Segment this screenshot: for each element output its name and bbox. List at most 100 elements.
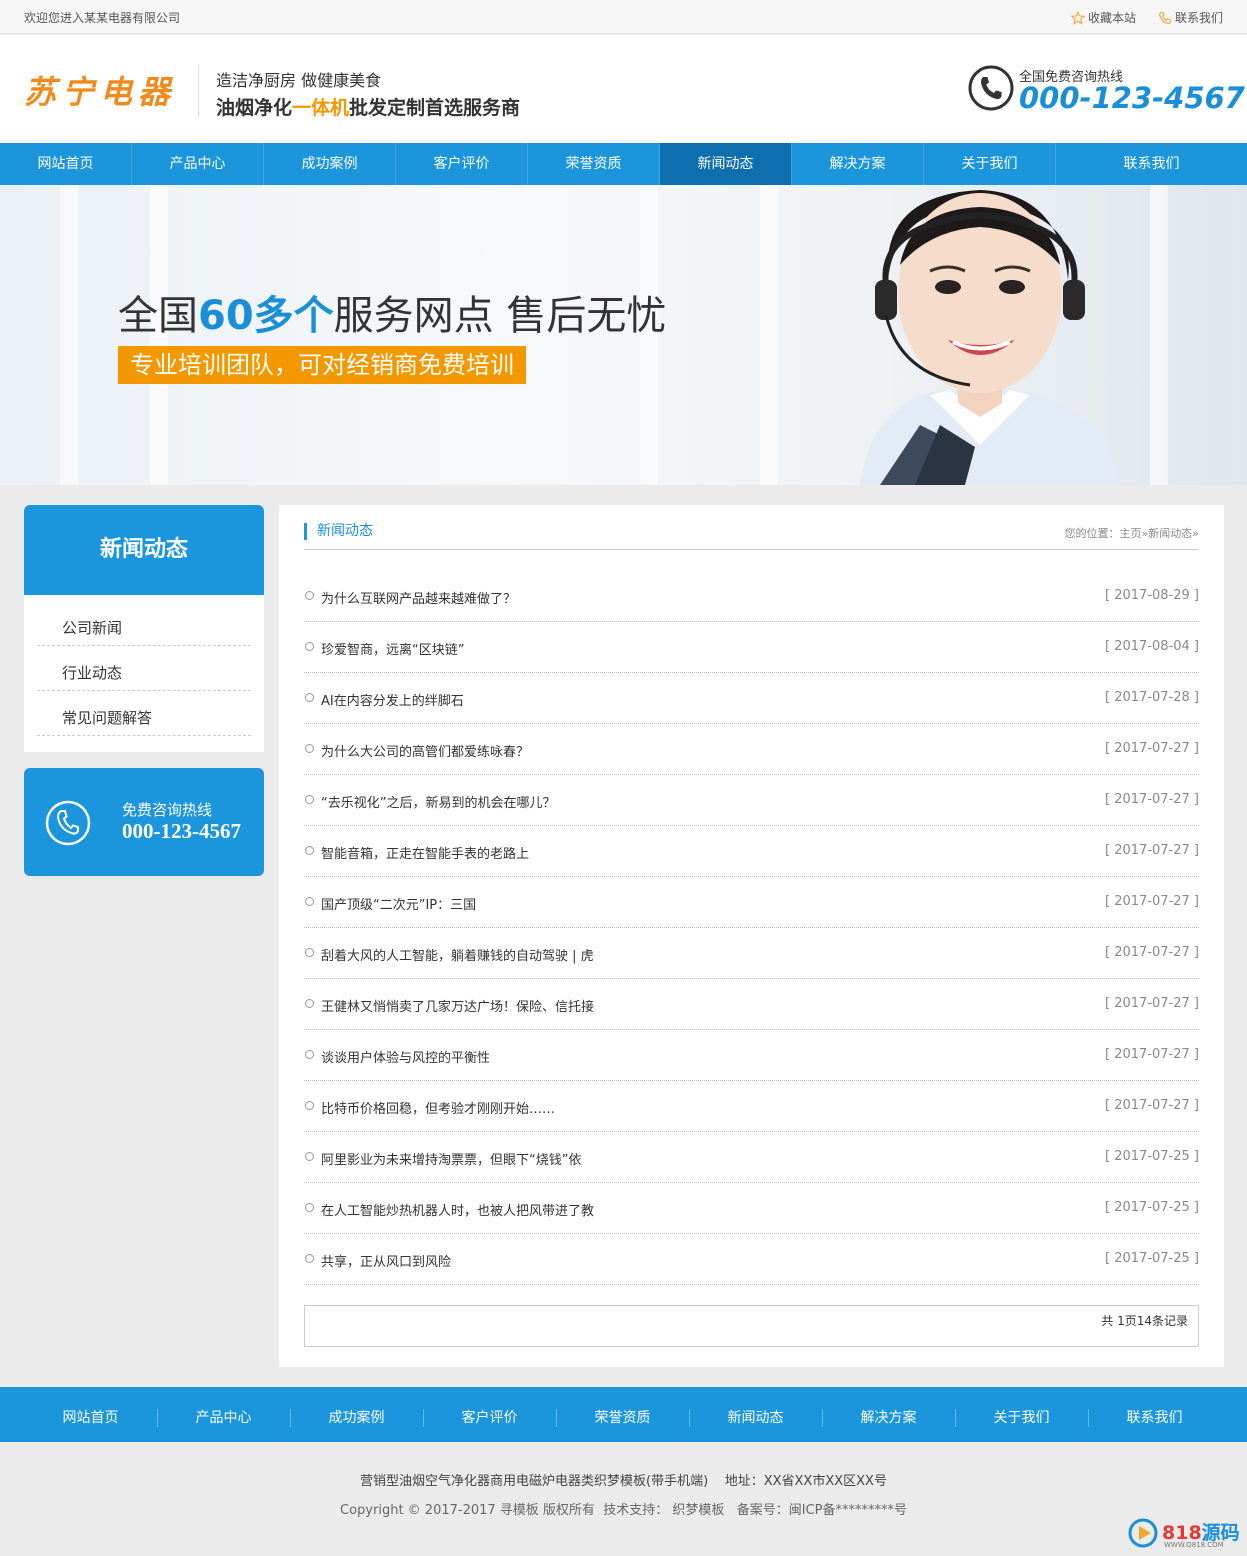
- sidebar-item-industry-news[interactable]: 行业动态: [37, 646, 251, 691]
- news-date: [ 2017-07-27 ]: [1105, 741, 1199, 756]
- watermark-logo: 818源码 WWW.Q818.COM: [1128, 1516, 1240, 1550]
- list-item[interactable]: 刮着大风的人工智能，躺着赚钱的自动驾驶 | 虎 [ 2017-07-27 ]: [304, 928, 1199, 979]
- sidebar-hotline-label: 免费咨询热线: [122, 801, 213, 819]
- list-item[interactable]: 阿里影业为未来增持淘票票，但眼下“烧钱”依 [ 2017-07-25 ]: [304, 1132, 1199, 1183]
- phone-circle-icon: [968, 65, 1014, 111]
- breadcrumb[interactable]: 您的位置：主页»新闻动态»: [1065, 525, 1199, 541]
- welcome-text: 欢迎您进入某某电器有限公司: [24, 11, 181, 25]
- phone-small-icon: [1159, 11, 1171, 24]
- bullet-icon: [305, 897, 314, 906]
- news-date: [ 2017-07-27 ]: [1105, 792, 1199, 807]
- news-date: [ 2017-08-29 ]: [1105, 588, 1199, 603]
- bullet-icon: [305, 948, 314, 957]
- bookmark-label: 收藏本站: [1087, 11, 1136, 25]
- footer-line2: Copyright © 2017-2017 寻模板 版权所有 技术支持： 织梦模…: [340, 1503, 907, 1518]
- news-title[interactable]: 共享，正从风口到风险: [321, 1251, 451, 1270]
- star-icon: [1070, 10, 1085, 25]
- news-date: [ 2017-07-25 ]: [1105, 1200, 1199, 1215]
- list-item[interactable]: AI在内容分发上的绊脚石 [ 2017-07-28 ]: [304, 673, 1199, 724]
- slogan-line1: 造洁净厨房 做健康美食: [216, 71, 382, 90]
- banner-title-b: 服务网点 售后无忧: [333, 293, 667, 339]
- nav-item-cases[interactable]: 成功案例: [264, 143, 396, 185]
- news-panel-title: 新闻动态: [304, 523, 373, 540]
- slogan-part-a: 油烟净化: [216, 97, 293, 119]
- nav-item-news[interactable]: 新闻动态: [660, 143, 792, 185]
- news-date: [ 2017-07-27 ]: [1105, 1047, 1199, 1062]
- nav-item-solutions[interactable]: 解决方案: [792, 143, 924, 185]
- news-title[interactable]: “去乐视化”之后，新易到的机会在哪儿？: [321, 792, 555, 811]
- list-item[interactable]: “去乐视化”之后，新易到的机会在哪儿？ [ 2017-07-27 ]: [304, 775, 1199, 826]
- site-header: 苏宁电器 造洁净厨房 做健康美食 油烟净化一体机批发定制首选服务商 全国免费咨询…: [0, 35, 1247, 143]
- footer-nav-reviews[interactable]: 客户评价: [423, 1387, 556, 1442]
- news-title[interactable]: 刮着大风的人工智能，躺着赚钱的自动驾驶 | 虎: [321, 945, 594, 964]
- pagination-summary: 共 1页14条记录: [1101, 1314, 1188, 1328]
- news-title[interactable]: 谈谈用户体验与风控的平衡性: [321, 1047, 490, 1066]
- list-item[interactable]: 比特币价格回稳，但考验才刚刚开始…… [ 2017-07-27 ]: [304, 1081, 1199, 1132]
- contact-link[interactable]: 联系我们: [1158, 9, 1223, 26]
- footer-nav-contact[interactable]: 联系我们: [1088, 1387, 1221, 1442]
- list-item[interactable]: 为什么互联网产品越来越难做了？ [ 2017-08-29 ]: [304, 571, 1199, 622]
- news-title[interactable]: 王健林又悄悄卖了几家万达广场！保险、信托接: [321, 996, 594, 1015]
- news-panel: 新闻动态 您的位置：主页»新闻动态» 为什么互联网产品越来越难做了？ [ 2017…: [279, 505, 1224, 1367]
- footer-nav-home[interactable]: 网站首页: [24, 1387, 157, 1442]
- sidebar-item-company-news[interactable]: 公司新闻: [37, 601, 251, 646]
- site-logo[interactable]: 苏宁电器: [24, 67, 176, 113]
- bullet-icon: [305, 1101, 314, 1110]
- sidebar-hotline-box: 免费咨询热线 000-123-4567: [24, 768, 264, 876]
- bookmark-link[interactable]: 收藏本站: [1070, 9, 1136, 26]
- news-date: [ 2017-07-27 ]: [1105, 996, 1199, 1011]
- list-item[interactable]: 国产顶级“二次元”IP：三国 [ 2017-07-27 ]: [304, 877, 1199, 928]
- nav-item-honors[interactable]: 荣誉资质: [528, 143, 660, 185]
- list-item[interactable]: 珍爱智商，远离“区块链” [ 2017-08-04 ]: [304, 622, 1199, 673]
- footer-nav-news[interactable]: 新闻动态: [689, 1387, 822, 1442]
- news-title[interactable]: 阿里影业为未来增持淘票票，但眼下“烧钱”依: [321, 1149, 581, 1168]
- header-divider: [198, 65, 199, 117]
- site-footer: 营销型油烟空气净化器商用电磁炉电器类织梦模板(带手机端) 地址：XX省XX市XX…: [0, 1442, 1247, 1556]
- nav-item-products[interactable]: 产品中心: [132, 143, 264, 185]
- list-item[interactable]: 智能音箱，正走在智能手表的老路上 [ 2017-07-27 ]: [304, 826, 1199, 877]
- news-panel-header: 新闻动态 您的位置：主页»新闻动态»: [304, 523, 1199, 550]
- footer-nav-products[interactable]: 产品中心: [157, 1387, 290, 1442]
- footer-nav-solutions[interactable]: 解决方案: [822, 1387, 955, 1442]
- nav-item-reviews[interactable]: 客户评价: [396, 143, 528, 185]
- nav-item-about[interactable]: 关于我们: [924, 143, 1056, 185]
- banner-title-big: 60多个: [198, 293, 334, 339]
- news-title[interactable]: 在人工智能炒热机器人时，也被人把风带进了教: [321, 1200, 594, 1219]
- slogan-highlight: 一体机: [292, 97, 350, 119]
- nav-item-contact[interactable]: 联系我们: [1056, 143, 1247, 185]
- news-title[interactable]: 国产顶级“二次元”IP：三国: [321, 894, 476, 913]
- news-title[interactable]: 珍爱智商，远离“区块链”: [321, 639, 464, 658]
- news-title[interactable]: AI在内容分发上的绊脚石: [321, 690, 464, 709]
- contact-label: 联系我们: [1174, 11, 1223, 25]
- footer-nav-about[interactable]: 关于我们: [955, 1387, 1088, 1442]
- phone-circle-icon: [45, 800, 91, 846]
- footer-nav-honors[interactable]: 荣誉资质: [556, 1387, 689, 1442]
- bullet-icon: [305, 642, 314, 651]
- main-nav: 网站首页 产品中心 成功案例 客户评价 荣誉资质 新闻动态 解决方案 关于我们 …: [0, 143, 1247, 185]
- news-date: [ 2017-07-27 ]: [1105, 1098, 1199, 1113]
- nav-item-home[interactable]: 网站首页: [0, 143, 132, 185]
- news-date: [ 2017-07-25 ]: [1105, 1149, 1199, 1164]
- sidebar-title: 新闻动态: [24, 505, 264, 595]
- news-date: [ 2017-07-25 ]: [1105, 1251, 1199, 1266]
- news-title[interactable]: 智能音箱，正走在智能手表的老路上: [321, 843, 529, 862]
- top-links: 收藏本站 联系我们: [1070, 9, 1223, 26]
- news-title[interactable]: 为什么大公司的高管们都爱练咏春？: [321, 741, 529, 760]
- footer-nav-cases[interactable]: 成功案例: [290, 1387, 423, 1442]
- slogan-part-b: 批发定制首选服务商: [349, 97, 521, 119]
- sidebar-item-faq[interactable]: 常见问题解答: [37, 691, 251, 736]
- news-title[interactable]: 为什么互联网产品越来越难做了？: [321, 588, 516, 607]
- news-date: [ 2017-07-27 ]: [1105, 843, 1199, 858]
- list-item[interactable]: 共享，正从风口到风险 [ 2017-07-25 ]: [304, 1234, 1199, 1285]
- list-item[interactable]: 谈谈用户体验与风控的平衡性 [ 2017-07-27 ]: [304, 1030, 1199, 1081]
- pagination-box: 共 1页14条记录: [304, 1305, 1199, 1347]
- news-title[interactable]: 比特币价格回稳，但考验才刚刚开始……: [321, 1098, 555, 1117]
- bullet-icon: [305, 1152, 314, 1161]
- bullet-icon: [305, 693, 314, 702]
- bullet-icon: [305, 846, 314, 855]
- list-item[interactable]: 王健林又悄悄卖了几家万达广场！保险、信托接 [ 2017-07-27 ]: [304, 979, 1199, 1030]
- list-item[interactable]: 在人工智能炒热机器人时，也被人把风带进了教 [ 2017-07-25 ]: [304, 1183, 1199, 1234]
- list-item[interactable]: 为什么大公司的高管们都爱练咏春？ [ 2017-07-27 ]: [304, 724, 1199, 775]
- bullet-icon: [305, 1050, 314, 1059]
- news-date: [ 2017-07-27 ]: [1105, 894, 1199, 909]
